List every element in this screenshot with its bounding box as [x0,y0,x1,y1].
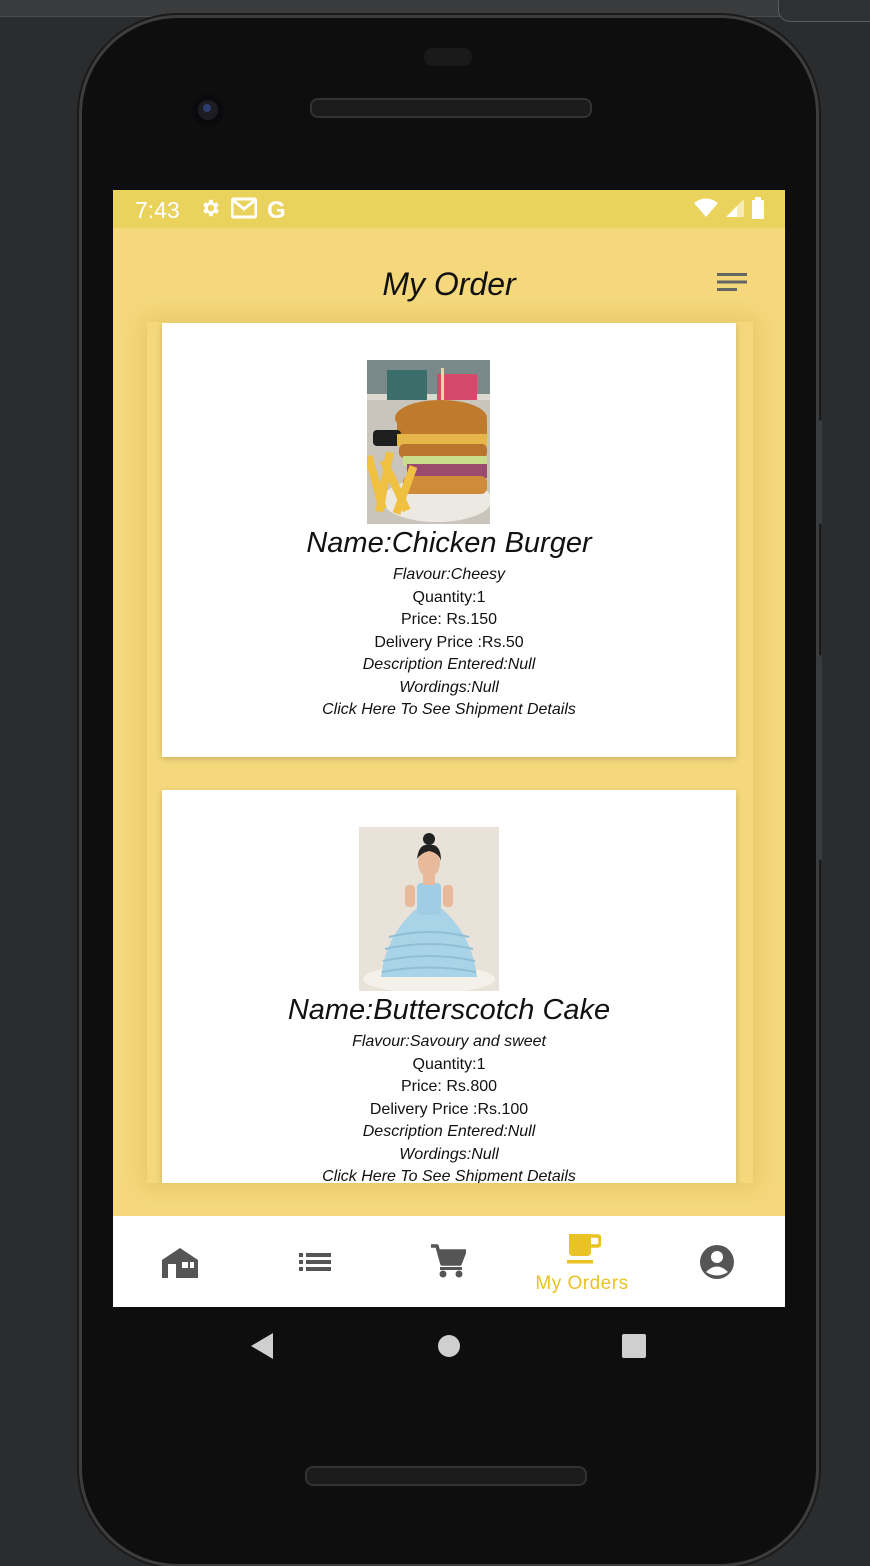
wifi-icon [693,198,719,223]
earpiece-speaker [310,98,592,118]
power-button [816,420,822,524]
bottom-navigation: My Orders [113,1216,785,1307]
nav-my-orders[interactable]: My Orders [515,1216,649,1307]
cart-icon [431,1244,466,1278]
butterscotch-cake-image [359,827,499,991]
order-flavour: Flavour:Cheesy [392,566,506,583]
proximity-sensor [424,48,472,66]
list-icon [299,1253,331,1271]
order-flavour: Flavour:Savoury and sweet [352,1033,546,1050]
shipment-details-link[interactable]: Click Here To See Shipment Details [162,701,736,719]
order-delivery-price: Delivery Price :Rs.50 [374,634,524,651]
gmail-icon [230,197,258,224]
signal-icon [725,198,745,223]
page-title: My Order [382,266,516,302]
battery-icon [751,197,765,224]
order-quantity: Quantity:1 [412,1056,486,1073]
gear-icon [199,197,221,224]
volume-button [816,655,822,860]
order-price: Price: Rs.800 [400,1078,498,1095]
bottom-speaker [305,1466,587,1486]
order-card[interactable]: Name:Chicken Burger Flavour:Cheesy Quant… [162,323,736,757]
order-description: Description Entered:Null [362,1123,536,1140]
order-quantity: Quantity:1 [412,589,486,606]
nav-account[interactable] [649,1216,783,1307]
emulator-top-bar [0,0,870,17]
emulator-corner-control [778,0,870,22]
nav-home[interactable] [113,1216,247,1307]
sort-menu-icon[interactable] [717,270,747,294]
shipment-details-link[interactable]: Click Here To See Shipment Details [162,1168,736,1183]
order-delivery-price: Delivery Price :Rs.100 [369,1101,529,1118]
orders-list[interactable]: Name:Chicken Burger Flavour:Cheesy Quant… [147,322,753,1183]
chicken-burger-image [367,360,490,524]
nav-my-orders-label: My Orders [535,1273,629,1294]
order-card[interactable]: Name:Butterscotch Cake Flavour:Savoury a… [162,790,736,1183]
order-wordings: Wordings:Null [399,1146,499,1163]
order-name: Name:Chicken Burger [306,527,592,559]
order-name: Name:Butterscotch Cake [287,994,611,1026]
home-circle-icon[interactable] [437,1334,461,1358]
status-bar: 7:43 G [113,190,785,228]
front-camera [192,94,224,126]
order-description: Description Entered:Null [362,656,536,673]
account-icon [700,1245,734,1279]
google-g-icon: G [267,196,286,224]
system-navigation-bar [113,1307,785,1387]
status-time: 7:43 [135,197,180,223]
order-wordings: Wordings:Null [399,679,499,696]
nav-cart[interactable] [381,1216,515,1307]
app-screen: 7:43 G My Order Name:Chicken Burger Flav… [113,190,785,1307]
order-price: Price: Rs.150 [400,611,498,628]
recents-icon[interactable] [622,1334,646,1358]
app-header: My Order [113,228,785,320]
cup-icon [567,1234,601,1264]
nav-list[interactable] [247,1216,381,1307]
back-icon[interactable] [249,1332,275,1360]
home-icon [162,1248,198,1278]
